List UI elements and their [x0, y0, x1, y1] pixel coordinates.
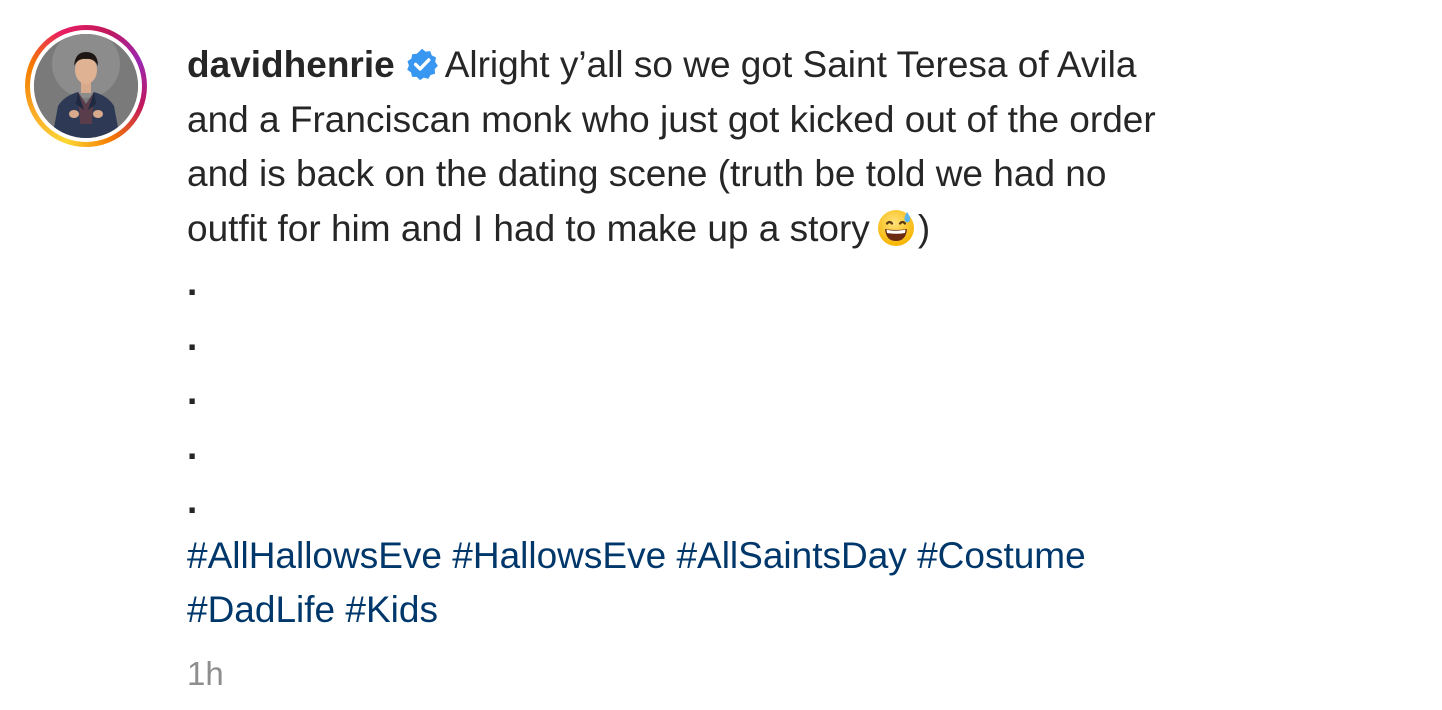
avatar-gap: [30, 30, 142, 142]
profile-avatar-image: [34, 34, 138, 138]
caption-dot-4: .: [187, 425, 198, 467]
caption-line-2: and a Franciscan monk who just got kicke…: [187, 98, 1156, 140]
post-caption: davidhenrie Alright y’all so we got Saint…: [187, 38, 1407, 638]
caption-text-4: outfit for him and I had to make up a st…: [187, 207, 870, 249]
grinning-face-with-sweat-emoji: [877, 209, 914, 246]
username-link[interactable]: davidhenrie: [187, 44, 395, 85]
hashtag-link[interactable]: #Kids: [345, 589, 438, 630]
hashtag-link[interactable]: #AllHallowsEve: [187, 535, 442, 576]
verified-badge-icon: [406, 48, 438, 81]
caption-text-1: Alright y’all so we got Saint Teresa of …: [444, 44, 1137, 85]
caption-line-4: outfit for him and I had to make up a st…: [187, 202, 1407, 257]
caption-dot-5: .: [187, 480, 198, 521]
caption-dot-3: .: [187, 371, 198, 412]
avatar-story-ring[interactable]: [25, 25, 147, 147]
hashtag-link[interactable]: #DadLife: [187, 589, 335, 630]
caption-text-5: ): [917, 207, 931, 249]
hashtag-line-2: #DadLife #Kids: [187, 583, 1407, 638]
caption-dot-1: .: [187, 262, 198, 303]
hashtag-link[interactable]: #HallowsEve: [452, 535, 666, 576]
hashtag-line-1: #AllHallowsEve #HallowsEve #AllSaintsDay…: [187, 529, 1407, 584]
caption-line-1: davidhenrie Alright y’all so we got Saint…: [187, 38, 1407, 93]
caption-line-3: and is back on the dating scene (truth b…: [187, 153, 1107, 194]
post-timestamp[interactable]: 1h: [187, 652, 224, 696]
avatar[interactable]: [34, 34, 138, 138]
hashtag-link[interactable]: #AllSaintsDay: [676, 535, 906, 576]
caption-dot-2: .: [187, 316, 198, 358]
hashtag-link[interactable]: #Costume: [917, 535, 1086, 576]
